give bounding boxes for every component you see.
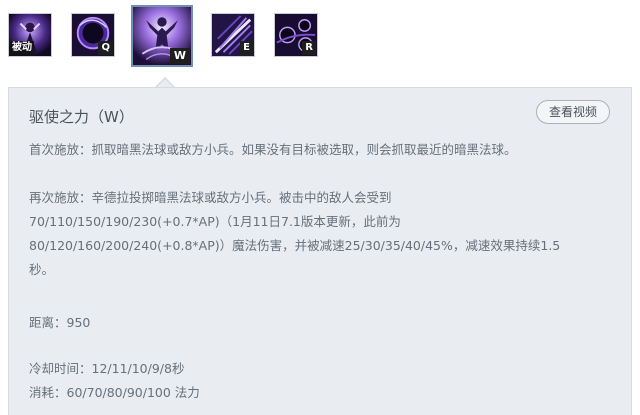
skill-key-label: 被动 xyxy=(10,41,34,55)
skill-icon-bar: 被动 Q W E R xyxy=(0,0,640,70)
skill-w-button[interactable]: W xyxy=(131,5,193,67)
cooldown-text: 冷却时间：12/11/10/9/8秒 xyxy=(29,361,185,376)
skill-q-button[interactable]: Q xyxy=(71,13,115,57)
skill-key-label: R xyxy=(302,41,316,55)
recast-text-line-4: 秒。 xyxy=(29,262,55,277)
skill-detail-panel: 驱使之力（W） 查看视频 首次施放：抓取暗黑法球或敌方小兵。如果没有目标被选取，… xyxy=(8,87,632,415)
skill-key-label: Q xyxy=(98,41,113,55)
skill-title: 驱使之力（W） xyxy=(29,108,134,126)
range-text: 距离：950 xyxy=(29,315,91,330)
skill-key-label: W xyxy=(169,48,190,64)
skill-r-button[interactable]: R xyxy=(274,13,318,57)
recast-text-line-2: 70/110/150/190/230(+0.7*AP)（1月11日7.1版本更新… xyxy=(29,214,401,229)
view-video-button[interactable]: 查看视频 xyxy=(536,100,610,124)
cost-text: 消耗：60/70/80/90/100 法力 xyxy=(29,385,200,400)
skill-passive-button[interactable]: 被动 xyxy=(8,13,52,57)
recast-text-line-3: 80/120/160/200/240(+0.8*AP)）魔法伤害，并被减速25/… xyxy=(29,238,561,253)
first-cast-text: 首次施放：抓取暗黑法球或敌方小兵。如果没有目标被选取，则会抓取最近的暗黑法球。 xyxy=(29,142,517,157)
skill-key-label: E xyxy=(240,41,253,55)
skill-e-button[interactable]: E xyxy=(211,13,255,57)
recast-text-line-1: 再次施放：辛德拉投掷暗黑法球或敌方小兵。被击中的敌人会受到 xyxy=(29,190,392,205)
